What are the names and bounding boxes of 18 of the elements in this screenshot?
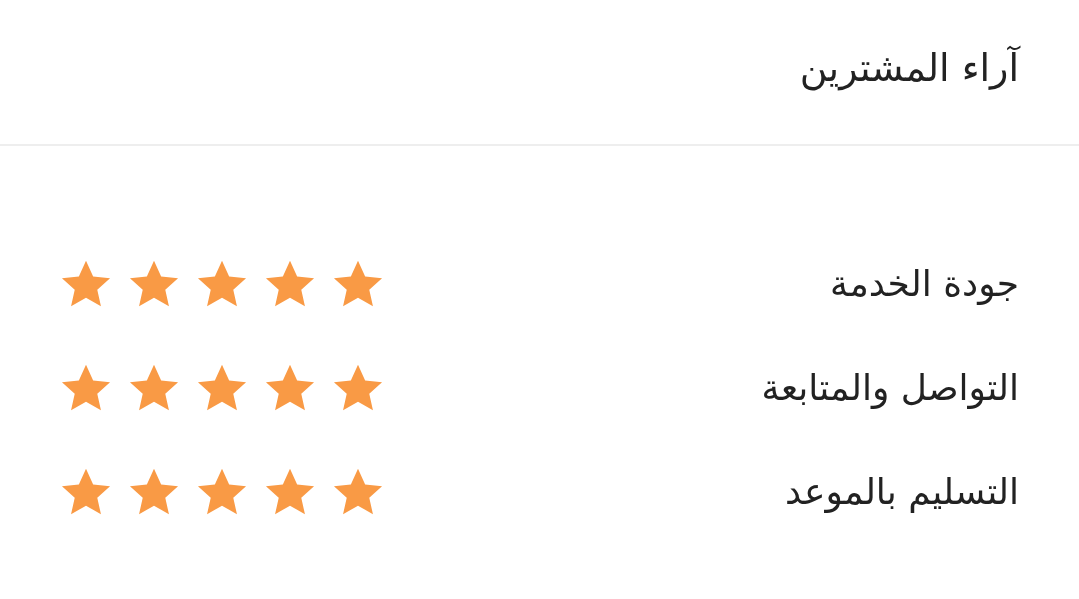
star-icon bbox=[196, 259, 248, 309]
star-icon bbox=[60, 259, 112, 309]
star-icon bbox=[332, 363, 384, 413]
rating-label: التسليم بالموعد bbox=[785, 470, 1019, 515]
star-icon bbox=[128, 259, 180, 309]
star-icon bbox=[60, 363, 112, 413]
rating-label: التواصل والمتابعة bbox=[761, 366, 1019, 411]
rating-label: جودة الخدمة bbox=[830, 262, 1019, 307]
star-icon bbox=[196, 467, 248, 517]
star-icon bbox=[128, 467, 180, 517]
star-icon bbox=[196, 363, 248, 413]
star-icon bbox=[60, 467, 112, 517]
star-icon bbox=[128, 363, 180, 413]
star-icon bbox=[264, 363, 316, 413]
star-icon bbox=[332, 467, 384, 517]
star-icon bbox=[332, 259, 384, 309]
star-icon bbox=[264, 259, 316, 309]
star-icon bbox=[264, 467, 316, 517]
